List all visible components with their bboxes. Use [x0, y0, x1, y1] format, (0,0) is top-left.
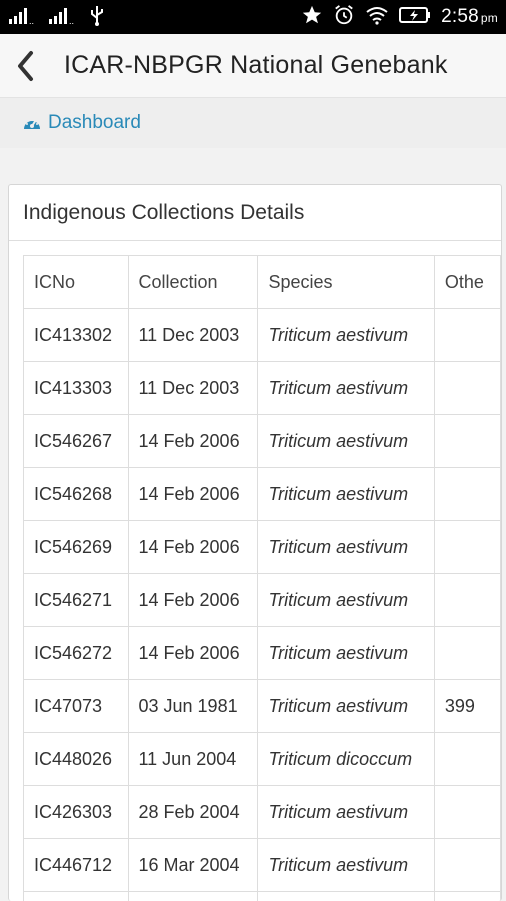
column-header-collection[interactable]: Collection — [128, 256, 258, 309]
star-icon — [301, 4, 323, 31]
battery-icon — [399, 6, 431, 29]
status-bar-left: .. .. — [8, 4, 106, 31]
table-row[interactable]: IC54626914 Feb 2006Triticum aestivum — [24, 521, 501, 574]
table-header-row: ICNo Collection Species Othe — [24, 256, 501, 309]
time-text: 2:58 — [441, 6, 479, 27]
cell-collection: 28 Feb 2004 — [128, 786, 258, 839]
cell-icno: IC546271 — [24, 574, 129, 627]
app-title: ICAR-NBPGR National Genebank — [64, 51, 448, 80]
table-row[interactable]: IC41330311 Dec 2003Triticum aestivum — [24, 362, 501, 415]
usb-icon — [88, 4, 106, 31]
cell-icno: IC448026 — [24, 733, 129, 786]
cell-other — [434, 362, 500, 415]
signal-icon: .. — [48, 5, 78, 30]
cell-species: Triticum aestivum — [258, 574, 434, 627]
cell-other: 399 — [434, 680, 500, 733]
cell-icno: IC446712 — [24, 839, 129, 892]
cell-other — [434, 521, 500, 574]
cell-other — [434, 627, 500, 680]
cell-collection: 11 Jun 2004 — [128, 733, 258, 786]
table-row[interactable]: IC54627214 Feb 2006Triticum aestivum — [24, 627, 501, 680]
alarm-icon — [333, 4, 355, 31]
table-row[interactable]: IC42630328 Feb 2004Triticum aestivum — [24, 786, 501, 839]
table-row[interactable]: IC44802611 Jun 2004Triticum dicoccum — [24, 733, 501, 786]
dashboard-icon — [22, 114, 42, 132]
cell-species: Triticum aestivum — [258, 627, 434, 680]
breadcrumb-dashboard-link[interactable]: Dashboard — [22, 112, 141, 134]
table-row[interactable]: IC4707303 Jun 1981Triticum aestivum399 — [24, 680, 501, 733]
cell-collection: 14 Feb 2006 — [128, 574, 258, 627]
cell-other — [434, 468, 500, 521]
cell-icno: IC426303 — [24, 786, 129, 839]
cell-icno: IC47073 — [24, 680, 129, 733]
back-button[interactable] — [0, 34, 50, 98]
collections-table: ICNo Collection Species Othe IC41330211 … — [23, 255, 501, 901]
cell-species: Triticum aestivum — [258, 415, 434, 468]
cell-icno: IC546269 — [24, 521, 129, 574]
table-row[interactable]: IC54626814 Feb 2006Triticum aestivum — [24, 468, 501, 521]
cell-collection: 03 Jun 1981 — [128, 680, 258, 733]
cell-other — [434, 574, 500, 627]
table-row[interactable]: IC54627114 Feb 2006Triticum aestivum — [24, 574, 501, 627]
cell-collection: 11 Dec 2003 — [128, 309, 258, 362]
cell-other — [434, 733, 500, 786]
cell-collection: 14 Feb 2006 — [128, 627, 258, 680]
status-bar: .. .. — [0, 0, 506, 34]
cell-other — [434, 839, 500, 892]
cell-icno: IC413302 — [24, 309, 129, 362]
signal-icon: .. — [8, 5, 38, 30]
cell-species: Triticum aestivum — [258, 521, 434, 574]
app-bar: ICAR-NBPGR National Genebank — [0, 34, 506, 98]
cell-icno: IC546268 — [24, 468, 129, 521]
ampm-text: pm — [481, 11, 498, 25]
cell-collection: 14 Feb 2006 — [128, 468, 258, 521]
cell-collection: 14 Feb 2006 — [128, 521, 258, 574]
svg-text:..: .. — [69, 16, 74, 25]
table-scroll-area[interactable]: ICNo Collection Species Othe IC41330211 … — [23, 255, 501, 901]
table-row[interactable]: IC41330211 Dec 2003Triticum aestivum — [24, 309, 501, 362]
cell-icno: IC546272 — [24, 627, 129, 680]
cell-icno: IC413303 — [24, 362, 129, 415]
cell-collection: 14 Feb 2006 — [128, 415, 258, 468]
cell-species: Triticum dicoccum — [258, 733, 434, 786]
breadcrumb-label[interactable]: Dashboard — [48, 112, 141, 134]
cell-other — [434, 415, 500, 468]
table-row[interactable]: IC54626714 Feb 2006Triticum aestivum — [24, 415, 501, 468]
panel-title: Indigenous Collections Details — [9, 185, 501, 241]
wifi-icon — [365, 5, 389, 30]
cell-other — [434, 786, 500, 839]
column-header-species[interactable]: Species — [258, 256, 434, 309]
cell-collection: 11 Dec 2003 — [128, 362, 258, 415]
column-header-other[interactable]: Othe — [434, 256, 500, 309]
breadcrumb: Dashboard — [0, 98, 506, 148]
collections-panel: Indigenous Collections Details ICNo Coll… — [8, 184, 502, 901]
cell-species: Triticum aestivum — [258, 309, 434, 362]
cell-species: Triticum aestivum — [258, 786, 434, 839]
table-row[interactable]: IC44671216 Mar 2004Triticum aestivum — [24, 839, 501, 892]
status-time: 2:58pm — [441, 6, 498, 28]
chevron-left-icon — [15, 50, 35, 82]
cell-icno: IC546267 — [24, 415, 129, 468]
svg-text:..: .. — [29, 16, 34, 25]
column-header-icno[interactable]: ICNo — [24, 256, 129, 309]
cell-species: Triticum aestivum — [258, 680, 434, 733]
cell-species: Triticum aestivum — [258, 839, 434, 892]
cell-species: Triticum aestivum — [258, 362, 434, 415]
status-bar-right: 2:58pm — [301, 4, 498, 31]
cell-other — [434, 309, 500, 362]
cell-species: Triticum aestivum — [258, 468, 434, 521]
cell-collection: 16 Mar 2004 — [128, 839, 258, 892]
